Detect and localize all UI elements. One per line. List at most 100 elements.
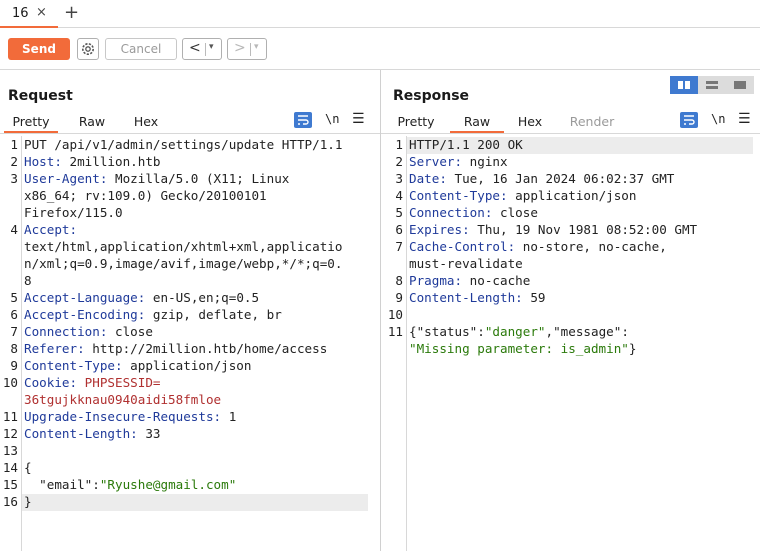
header-value: Mozilla/5.0 (X11; Linux [107, 171, 290, 186]
layout-toggle [670, 76, 754, 94]
request-line: HTTP/1.1 200 OK [409, 137, 523, 152]
line-number: 8 [395, 273, 403, 288]
close-icon[interactable]: × [36, 5, 47, 20]
code-line: 16} [0, 494, 378, 511]
chevron-down-icon[interactable]: ▾ [209, 42, 214, 52]
line-number: 11 [2, 409, 18, 424]
wrap-lines-icon[interactable] [294, 112, 312, 128]
newline-icon[interactable]: \n [711, 112, 729, 128]
line-text: Referer: http://2million.htb/home/access [24, 341, 327, 356]
code-line: 2 Host: 2million.htb [0, 154, 378, 171]
line-text: "Missing parameter: is_admin"} [409, 341, 636, 356]
line-number: 2 [10, 154, 18, 169]
line-text: Content-Length: 33 [24, 426, 160, 441]
layout-tabbed-button[interactable] [726, 76, 754, 94]
line-number: 3 [395, 171, 403, 186]
layout-side-by-side-button[interactable] [670, 76, 698, 94]
tab-raw[interactable]: Raw [70, 111, 114, 133]
chevron-left-icon: < [189, 40, 201, 56]
line-text: Upgrade-Insecure-Requests: 1 [24, 409, 236, 424]
code-line: x86_64; rv:109.0) Gecko/20100101 [0, 188, 378, 205]
header-value: Tue, 16 Jan 2024 06:02:37 GMT [446, 171, 675, 186]
json-string: "Ryushe@gmail.com" [99, 477, 237, 492]
header-value: close [107, 324, 153, 339]
tab-hex[interactable]: Hex [124, 111, 168, 133]
send-button[interactable]: Send [8, 38, 70, 60]
header-name: Connection: [24, 324, 108, 339]
newline-icon[interactable]: \n [325, 112, 343, 128]
header-name: Server: [409, 154, 463, 169]
line-number: 5 [395, 205, 403, 220]
response-title: Response [393, 88, 470, 104]
layout-stacked-button[interactable] [698, 76, 726, 94]
line-text: Connection: close [24, 324, 153, 339]
header-value: 8 [24, 273, 32, 288]
header-value: Firefox/115.0 [24, 205, 123, 220]
header-name: Date: [409, 171, 447, 186]
code-line: 12 Content-Length: 33 [0, 426, 378, 443]
response-editor[interactable]: 1 HTTP/1.1 200 OK 2 Server: nginx 3 Date: Tue… [385, 137, 759, 397]
header-name: Pragma: [409, 273, 463, 288]
rows-icon [706, 81, 718, 89]
line-number: 4 [395, 188, 403, 203]
code-line: 14 { [0, 460, 378, 477]
line-text: must-revalidate [409, 256, 523, 271]
line-number: 11 [387, 324, 403, 339]
cookie-value: 36tgujkknau0940aidi58fmloe [24, 392, 222, 407]
header-name: Content-Type: [409, 188, 508, 203]
json-string: "danger" [484, 324, 546, 339]
line-number: 5 [10, 290, 18, 305]
wrap-lines-icon[interactable] [680, 112, 698, 128]
request-editor[interactable]: 1 PUT /api/v1/admin/settings/update HTTP/… [0, 137, 378, 537]
code-line: 9 Content-Type: application/json [0, 358, 378, 375]
chevron-down-icon[interactable]: ▾ [254, 42, 259, 52]
line-text: Host: 2million.htb [24, 154, 161, 169]
line-text: text/html,application/xhtml+xml,applicat… [24, 239, 342, 254]
menu-icon[interactable]: ☰ [352, 112, 370, 128]
line-text: Cache-Control: no-store, no-cache, [409, 239, 667, 254]
line-number: 2 [395, 154, 403, 169]
header-name: Accept-Encoding: [24, 307, 146, 322]
code-line: 11 {"status":"danger","message": [385, 324, 759, 341]
json-key: {"status": [409, 324, 485, 339]
code-line: "Missing parameter: is_admin"} [385, 341, 759, 358]
panel-divider[interactable] [380, 70, 381, 551]
code-line: 13 [0, 443, 378, 460]
tab-raw[interactable]: Raw [450, 111, 504, 133]
request-line: PUT /api/v1/admin/settings/update HTTP/1… [24, 137, 343, 152]
json-key: ,"message": [545, 324, 629, 339]
header-name: Referer: [24, 341, 85, 356]
json-punct: } [628, 341, 637, 356]
header-name: Cookie: [24, 375, 78, 390]
back-button[interactable]: < ▾ [182, 38, 222, 60]
code-line: 15 "email":"Ryushe@gmail.com" [0, 477, 378, 494]
menu-icon[interactable]: ☰ [738, 112, 756, 128]
header-name: Content-Length: [409, 290, 523, 305]
tab-render[interactable]: Render [564, 111, 620, 133]
toolbar: Send Cancel < ▾ > ▾ [0, 28, 760, 70]
code-line: 11 Upgrade-Insecure-Requests: 1 [0, 409, 378, 426]
line-text: Accept: [24, 222, 77, 237]
line-number: 3 [10, 171, 18, 186]
tab-16[interactable]: 16 × [0, 0, 58, 28]
code-line: 5 Accept-Language: en-US,en;q=0.5 [0, 290, 378, 307]
tab-pretty[interactable]: Pretty [4, 111, 58, 133]
header-value: 33 [137, 426, 161, 441]
header-value: gzip, deflate, br [145, 307, 282, 322]
line-number: 1 [10, 137, 18, 152]
line-text: Content-Type: application/json [409, 188, 636, 203]
tab-strip: 16 × + [0, 0, 760, 28]
tab-hex[interactable]: Hex [508, 111, 552, 133]
line-text: 36tgujkknau0940aidi58fmloe [24, 392, 221, 407]
cancel-button[interactable]: Cancel [105, 38, 177, 60]
line-text: Firefox/115.0 [24, 205, 123, 220]
forward-button[interactable]: > ▾ [227, 38, 267, 60]
cookie-value: PHPSESSID= [77, 375, 161, 390]
line-text: {"status":"danger","message": [409, 324, 629, 339]
settings-button[interactable] [77, 38, 99, 60]
line-number: 8 [10, 341, 18, 356]
line-text: Expires: Thu, 19 Nov 1981 08:52:00 GMT [409, 222, 697, 237]
add-tab-icon[interactable]: + [64, 2, 79, 23]
tabs-divider [0, 133, 380, 134]
tab-pretty[interactable]: Pretty [392, 111, 440, 133]
